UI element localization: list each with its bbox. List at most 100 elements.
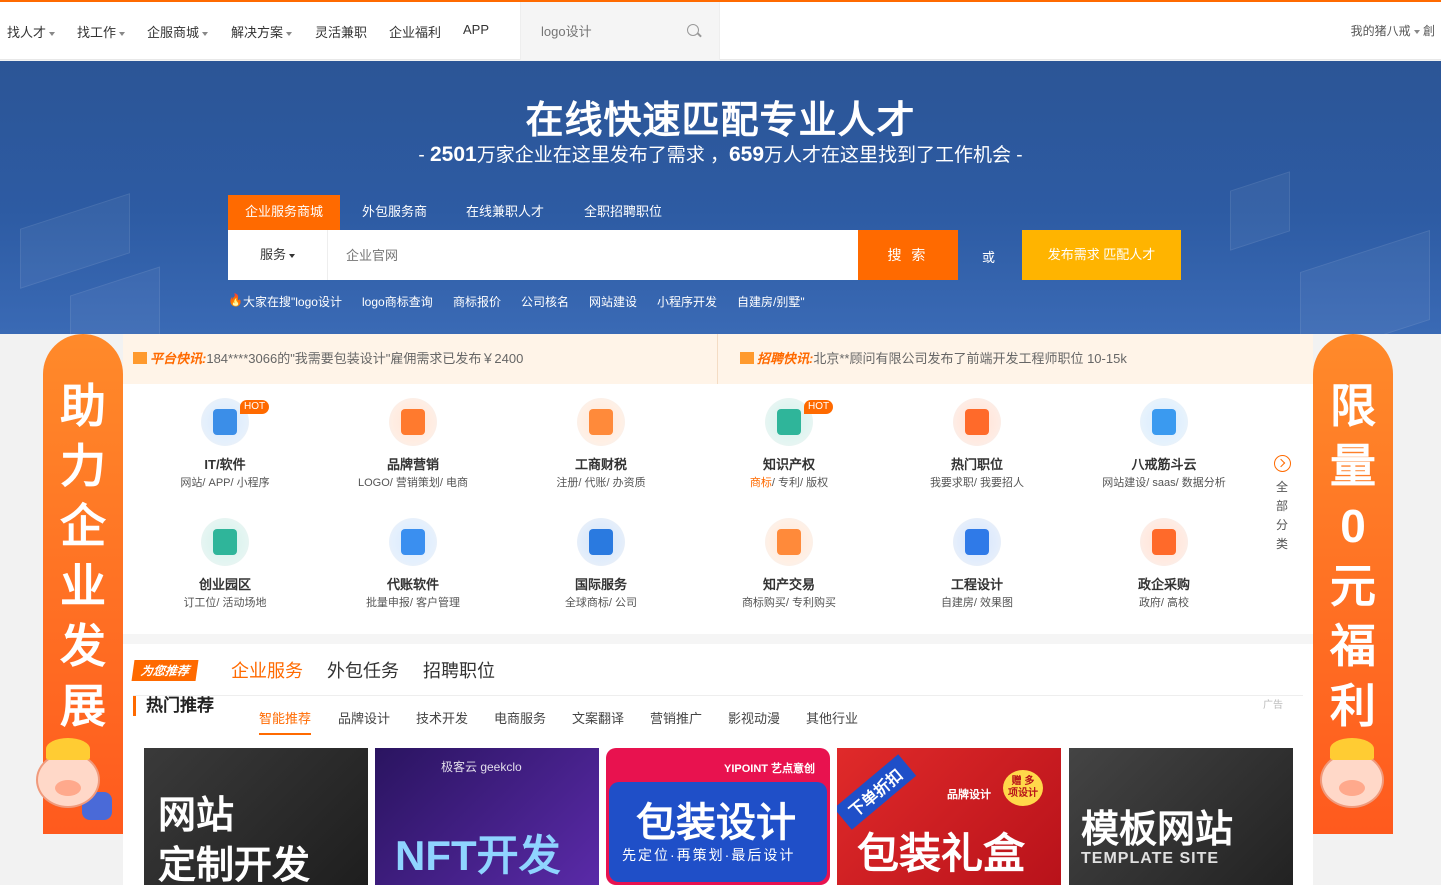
tab-enterprise-service[interactable]: 企业服务 bbox=[231, 657, 303, 683]
main-content: 平台快讯:184****3066的"我需要包装设计"雇佣需求已发布￥2400 招… bbox=[123, 334, 1313, 885]
tab-fulltime[interactable]: 全职招聘职位 bbox=[567, 195, 679, 230]
promo-card-packaging[interactable]: YIPOINT 艺点意创 包装设计 先定位·再策划·最后设计 bbox=[606, 748, 830, 885]
subtab-ecommerce[interactable]: 电商服务 bbox=[494, 708, 546, 727]
hotword-link[interactable]: 小程序开发 bbox=[657, 293, 717, 310]
category-desc: 订工位/ 活动场地 bbox=[140, 594, 310, 610]
banner-decoration bbox=[20, 193, 130, 289]
category-name: IT/软件 bbox=[204, 457, 246, 472]
category-desc: 我要求职/ 我要招人 bbox=[892, 474, 1062, 490]
category-desc: 全球商标/ 公司 bbox=[516, 594, 686, 610]
category-item[interactable]: HOT IT/软件 网站/ APP/ 小程序 bbox=[140, 398, 310, 498]
chevron-down-icon bbox=[202, 31, 209, 36]
nav-find-job[interactable]: 找工作 bbox=[77, 22, 126, 41]
search-icon[interactable] bbox=[687, 24, 699, 36]
chevron-right-icon bbox=[1273, 455, 1291, 472]
category-item[interactable]: HOT 知识产权 商标/ 专利/ 版权 bbox=[704, 398, 874, 498]
category-icon bbox=[765, 518, 813, 566]
nav-find-talent[interactable]: 找人才 bbox=[7, 22, 56, 41]
card-brand: YIPOINT 艺点意创 bbox=[724, 763, 816, 775]
nav-app[interactable]: APP bbox=[463, 22, 489, 37]
tab-enterprise-mall[interactable]: 企业服务商城 bbox=[228, 195, 341, 230]
recruit-news[interactable]: 招聘快讯:北京**顾问有限公司发布了前端开发工程师职位 10-15k bbox=[740, 334, 1127, 384]
category-desc-text: 批量申报/ 客户管理 bbox=[365, 597, 461, 609]
subtab-other[interactable]: 其他行业 bbox=[806, 708, 858, 727]
mascot-snout bbox=[55, 780, 81, 796]
nav-flexible-jobs[interactable]: 灵活兼职 bbox=[315, 22, 367, 41]
search-button[interactable]: 搜 索 bbox=[858, 230, 958, 280]
promo-card-nft[interactable]: 极客云 geekclo NFT开发 bbox=[375, 748, 599, 885]
sub-text: 万人才在这里找到了工作机会 bbox=[764, 145, 1012, 166]
tab-parttime[interactable]: 在线兼职人才 bbox=[449, 195, 561, 230]
nav-enterprise-mall[interactable]: 企服商城 bbox=[147, 22, 209, 41]
category-icon-shape bbox=[777, 409, 801, 435]
platform-news[interactable]: 平台快讯:184****3066的"我需要包装设计"雇佣需求已发布￥2400 bbox=[133, 334, 523, 384]
category-item[interactable]: 八戒筋斗云 网站建设/ saas/ 数据分析 bbox=[1079, 398, 1249, 498]
all-categories-link[interactable]: 全部分类 bbox=[1270, 455, 1294, 554]
category-icon bbox=[389, 518, 437, 566]
category-desc: 网站建设/ saas/ 数据分析 bbox=[1079, 474, 1249, 490]
hotword-link[interactable]: 网站建设 bbox=[589, 293, 637, 310]
category-item[interactable]: 热门职位我要求职/ 我要招人 bbox=[892, 398, 1062, 498]
hotword-link[interactable]: logo商标查询 bbox=[362, 293, 433, 310]
category-name: 工商财税 bbox=[574, 457, 627, 472]
card-title: 包装礼盒 bbox=[857, 830, 1026, 877]
card-subtitle: 定制开发 bbox=[158, 845, 311, 885]
card-subtitle: TEMPLATE SITE bbox=[1081, 850, 1220, 867]
subtab-animation[interactable]: 影视动漫 bbox=[728, 708, 780, 727]
category-name: 热门职位 bbox=[950, 457, 1003, 472]
card-title: 包装设计 bbox=[636, 801, 796, 845]
category-desc: 批量申报/ 客户管理 bbox=[328, 594, 498, 610]
subtab-tech-dev[interactable]: 技术开发 bbox=[416, 708, 468, 727]
tab-recruit-positions[interactable]: 招聘职位 bbox=[423, 657, 495, 683]
nav-enterprise-welfare[interactable]: 企业福利 bbox=[389, 22, 441, 41]
hero-title: 在线快速匹配专业人才 bbox=[525, 100, 916, 142]
main-search-input[interactable] bbox=[346, 244, 826, 266]
nav-solutions[interactable]: 解决方案 bbox=[231, 22, 293, 41]
category-item[interactable]: 代账软件 批量申报/ 客户管理 bbox=[328, 518, 498, 618]
tab-outsourcing-tasks[interactable]: 外包任务 bbox=[327, 657, 399, 683]
promo-card-template-site[interactable]: 模板网站 TEMPLATE SITE bbox=[1069, 748, 1293, 885]
subtab-smart[interactable]: 智能推荐 bbox=[259, 708, 312, 735]
chevron-down-icon bbox=[119, 31, 126, 36]
promo-card-website-dev[interactable]: 网站 定制开发 bbox=[144, 748, 368, 885]
category-desc-highlight[interactable]: 商标 bbox=[750, 477, 772, 489]
category-desc-text: 商标购买/ 专利购买 bbox=[741, 597, 837, 609]
category-icon bbox=[953, 398, 1001, 446]
search-type-select[interactable]: 服务 bbox=[228, 230, 328, 280]
promo-card-giftbox[interactable]: 下单折扣 品牌设计 赠 多项设计 包装礼盒 bbox=[837, 748, 1061, 885]
user-menu[interactable]: 我的猪八戒 創 bbox=[1351, 22, 1435, 39]
mascot-hat bbox=[46, 738, 90, 760]
category-desc: 政府/ 高校 bbox=[1079, 594, 1249, 610]
category-icon-shape bbox=[213, 409, 237, 435]
hotword-link[interactable]: 大家在搜"logo设计 bbox=[243, 293, 342, 310]
category-item[interactable]: 国际服务 全球商标/ 公司 bbox=[516, 518, 686, 618]
subtab-copywriting[interactable]: 文案翻译 bbox=[572, 708, 624, 727]
category-desc-text: 注册/ 代账/ 办资质 bbox=[556, 477, 646, 489]
hero-banner: 在线快速匹配专业人才 - 2501万家企业在这里发布了需求 ，659万人才在这里… bbox=[0, 61, 1441, 334]
subtab-marketing[interactable]: 营销推广 bbox=[650, 708, 702, 727]
category-item[interactable]: 品牌营销 LOGO/ 营销策划/ 电商 bbox=[328, 398, 498, 498]
left-promo-text: 助力企业发展 bbox=[60, 380, 106, 732]
news-icon bbox=[133, 352, 147, 364]
subtab-brand-design[interactable]: 品牌设计 bbox=[338, 708, 390, 727]
category-item[interactable]: 政企采购 政府/ 高校 bbox=[1079, 518, 1249, 618]
category-desc-text: 我要求职/ 我要招人 bbox=[929, 477, 1025, 489]
hotword-link[interactable]: 自建房/别墅" bbox=[737, 293, 805, 310]
category-item[interactable]: 创业园区 订工位/ 活动场地 bbox=[140, 518, 310, 618]
card-title: 网站 bbox=[158, 795, 235, 837]
banner-decoration bbox=[1230, 171, 1290, 251]
top-search-input[interactable] bbox=[541, 20, 681, 42]
category-desc: 商标购买/ 专利购买 bbox=[704, 594, 874, 610]
category-icon bbox=[201, 518, 249, 566]
right-promo-text: 限量0元福利 bbox=[1330, 380, 1376, 732]
hotword-link[interactable]: 公司核名 bbox=[521, 293, 569, 310]
hotword-link[interactable]: 商标报价 bbox=[453, 293, 501, 310]
tab-outsourcing[interactable]: 外包服务商 bbox=[345, 195, 444, 230]
publish-demand-button[interactable]: 发布需求 匹配人才 bbox=[1022, 230, 1181, 280]
fire-icon: 🔥 bbox=[228, 293, 243, 307]
enterprise-count: 2501 bbox=[429, 143, 477, 166]
category-item[interactable]: 知产交易 商标购买/ 专利购买 bbox=[704, 518, 874, 618]
news-tag: 平台快讯: bbox=[150, 351, 207, 366]
category-item[interactable]: 工商财税注册/ 代账/ 办资质 bbox=[516, 398, 686, 498]
category-item[interactable]: 工程设计 自建房/ 效果图 bbox=[892, 518, 1062, 618]
